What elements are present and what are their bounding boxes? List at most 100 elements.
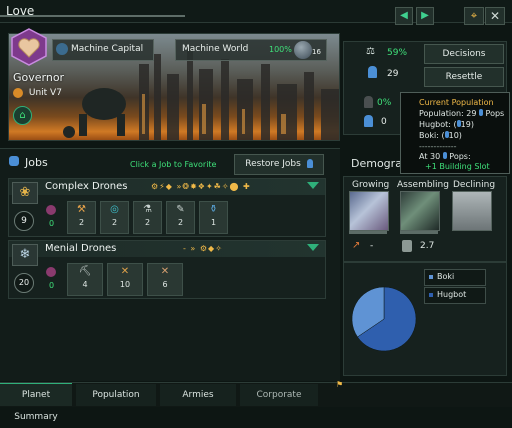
job-slot-engineering[interactable]: ✎ 2	[166, 201, 195, 234]
population-pie-chart	[351, 286, 417, 352]
legend-item-boki[interactable]: Boki	[424, 269, 486, 286]
expand-chevron-icon[interactable]	[307, 182, 319, 189]
declining-species-portrait[interactable]	[452, 191, 492, 231]
pop-count-badge: 9	[14, 211, 34, 231]
tools-icon: ✕	[160, 266, 170, 277]
title-bar	[0, 0, 512, 23]
restore-jobs-label: Restore Jobs	[245, 159, 301, 169]
growth-icon: ↗	[352, 240, 361, 251]
tab-population[interactable]: Population	[76, 384, 156, 406]
flask-icon: ⚱	[209, 204, 218, 215]
foundry-icon: ⚒	[77, 204, 86, 215]
decisions-button[interactable]: Decisions	[424, 44, 504, 64]
energy-swirl-icon: ◎	[110, 204, 119, 215]
job-group-complex-drones[interactable]: ❀ Complex Drones ⚙⚡◆ »❂✸❖✦☘✧⬤ ✚ 9 0 ⚒ 2 …	[8, 178, 326, 237]
crime-icon	[364, 96, 373, 108]
planetary-building-icon[interactable]: ⌂	[13, 106, 32, 125]
microscope-icon: ⚗	[143, 204, 152, 215]
job-slot-chemist[interactable]: ⚱ 1	[199, 201, 228, 234]
assembling-species-portrait[interactable]	[400, 191, 440, 231]
capital-tag: Machine Capital	[52, 39, 154, 61]
job-slot-foundry[interactable]: ⚒ 2	[67, 201, 96, 234]
growing-value: -	[370, 241, 374, 251]
locate-planet-button[interactable]: ⌖	[464, 7, 484, 25]
governor-label: Governor	[13, 71, 65, 84]
job-slot-count: 4	[82, 280, 88, 289]
job-slot-count: 6	[162, 280, 168, 289]
pops-value: 29	[387, 69, 399, 79]
tooltip-hugbot: Hugbot: (19)	[419, 120, 474, 129]
population-tooltip: Current Population Population: 29 Pops H…	[400, 92, 510, 174]
legend-item-hugbot[interactable]: Hugbot	[424, 287, 486, 304]
assembling-value: 2.7	[420, 241, 435, 251]
world-type-label: Machine World	[182, 44, 249, 54]
growing-header: Growing	[352, 180, 390, 190]
governor-unit[interactable]: Unit V7	[13, 88, 62, 102]
legend-swatch	[429, 293, 433, 297]
job-slot-count: 2	[111, 218, 118, 227]
pop-icon	[442, 152, 447, 159]
capital-label: Machine Capital	[71, 44, 144, 54]
menial-drone-icon: ❄	[12, 244, 38, 266]
unemployed-icon	[46, 205, 56, 215]
resettle-button[interactable]: Resettle	[424, 67, 504, 87]
legend-label: Boki	[437, 272, 455, 281]
job-output-icons: - » ⚙◆✧	[183, 244, 223, 253]
planet-size-value: 16	[312, 48, 321, 56]
job-slot-energy[interactable]: ◎ 2	[100, 201, 129, 234]
legend-label: Hugbot	[437, 290, 467, 299]
pop-count-badge: 20	[14, 273, 34, 293]
pickaxe-icon: ⛏	[78, 266, 92, 277]
governor-rank-icon	[13, 88, 23, 98]
tab-planet-summary[interactable]: Planet Summary	[0, 383, 72, 422]
unemployed-icon	[46, 267, 56, 277]
species-breakdown-panel: Boki Hugbot	[343, 262, 507, 376]
job-slot-count: 1	[210, 218, 217, 227]
expand-chevron-icon[interactable]	[307, 244, 319, 251]
next-planet-button[interactable]: ▶	[416, 7, 434, 25]
habitability-value: 100%	[269, 45, 292, 54]
job-slot-farmer[interactable]: ✕ 6	[147, 263, 183, 296]
growth-bar	[349, 231, 387, 234]
crime-value: 0%	[377, 98, 392, 108]
tooltip-building-slot: +1 Building Slot	[425, 162, 490, 171]
jobs-title: Jobs	[25, 156, 48, 169]
job-slot-miner[interactable]: ⛏ 4	[67, 263, 103, 296]
assembling-header: Assembling	[397, 180, 449, 190]
job-slot-count: 2	[78, 218, 85, 227]
capital-designation-icon	[56, 43, 68, 55]
robot-silhouette	[63, 88, 126, 138]
job-slot-count: 2	[177, 218, 184, 227]
legend-swatch	[429, 275, 433, 279]
tab-corporate[interactable]: Corporate	[240, 384, 318, 406]
pops-icon	[368, 66, 377, 78]
pop-icon	[479, 109, 483, 116]
unemployed-count: 0	[49, 281, 55, 290]
job-group-name: Complex Drones	[45, 181, 128, 192]
amenities-value: 0	[381, 117, 387, 127]
unemployed-count: 0	[49, 219, 55, 228]
species-portrait[interactable]	[10, 28, 48, 66]
pen-icon: ✎	[176, 204, 185, 215]
tooltip-boki: Boki: (10)	[419, 131, 462, 140]
declining-header: Declining	[453, 180, 496, 190]
tooltip-population: Population: 29 Pops	[419, 109, 505, 118]
growing-species-portrait[interactable]	[349, 191, 389, 231]
amenities-icon	[364, 115, 373, 127]
growth-panel: Growing Assembling Declining ↗ - 2.7	[343, 176, 507, 262]
job-slot-research[interactable]: ⚗ 2	[133, 201, 162, 234]
world-type-tag: Machine World 100% 16	[175, 39, 327, 61]
job-slot-technician[interactable]: ✕ 10	[107, 263, 143, 296]
job-slot-count: 10	[119, 280, 131, 289]
wrench-icon: ✕	[120, 266, 130, 277]
job-group-menial-drones[interactable]: ❄ Menial Drones - » ⚙◆✧ 20 0 ⛏ 4 ✕ 10 ✕ …	[8, 240, 326, 299]
job-group-name: Menial Drones	[45, 243, 117, 254]
restore-jobs-button[interactable]: Restore Jobs	[234, 154, 324, 175]
previous-planet-button[interactable]: ◀	[395, 7, 413, 25]
job-slot-count: 2	[144, 218, 151, 227]
pop-icon	[306, 159, 313, 168]
tab-armies[interactable]: Armies	[160, 384, 236, 406]
complex-drone-icon: ❀	[12, 182, 38, 204]
corporate-branch-icon: ⚑	[336, 380, 344, 389]
close-icon[interactable]: ✕	[485, 7, 505, 25]
